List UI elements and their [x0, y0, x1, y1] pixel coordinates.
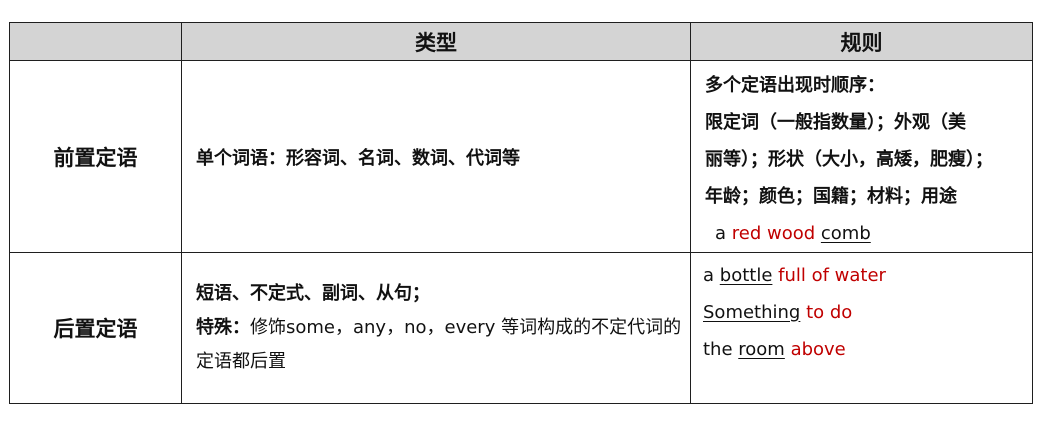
example-noun: comb: [820, 223, 871, 244]
example-modifier: full of water: [772, 265, 886, 286]
example-lead: a: [715, 223, 732, 244]
type-special-line: 特殊：修饰some，any，no，every 等词构成的不定代词的定语都后置: [196, 311, 684, 379]
header-cell-type: 类型: [181, 22, 691, 61]
example-modifier: to do: [800, 302, 853, 323]
example-lead: a: [703, 265, 720, 286]
example-lead: the: [703, 339, 739, 360]
rule-line: 丽等）；形状（大小，高矮，肥瘦）；: [705, 149, 993, 170]
rule-cell-prepositive: 多个定语出现时顺序： 限定词（一般指数量）；外观（美 丽等）；形状（大小，高矮，…: [690, 60, 1033, 253]
row-name-postpositive: 后置定语: [9, 252, 182, 404]
example-line: a red wood comb: [705, 215, 1022, 252]
example-noun: room: [738, 339, 785, 360]
table-row: 后置定语 短语、不定式、副词、从句； 特殊：修饰some，any，no，ever…: [9, 252, 1033, 404]
type-cell-prepositive: 单个词语：形容词、名词、数词、代词等: [181, 60, 691, 253]
example-line: Something to do: [703, 294, 1024, 331]
row-name-prepositive: 前置定语: [9, 60, 182, 253]
example-noun: Something: [703, 302, 801, 323]
example-line: the room above: [703, 331, 1024, 368]
grammar-table: 类型 规则 前置定语 单个词语：形容词、名词、数词、代词等 多个定语出现时顺序：…: [9, 22, 1033, 404]
rule-line: 限定词（一般指数量）；外观（美: [705, 112, 966, 133]
rule-line: 多个定语出现时顺序：: [705, 75, 885, 96]
example-modifier: red wood: [731, 223, 821, 244]
type-line: 短语、不定式、副词、从句；: [196, 283, 430, 304]
example-noun: bottle: [719, 265, 773, 286]
type-special-text: 修饰some，any，no，every 等词构成的不定代词的定语都后置: [196, 317, 682, 372]
example-line: a bottle full of water: [703, 257, 1024, 294]
header-cell-empty: [9, 22, 182, 61]
type-cell-postpositive: 短语、不定式、副词、从句； 特殊：修饰some，any，no，every 等词构…: [181, 252, 691, 404]
table-row: 前置定语 单个词语：形容词、名词、数词、代词等 多个定语出现时顺序： 限定词（一…: [9, 60, 1033, 253]
header-cell-rule: 规则: [690, 22, 1033, 61]
example-modifier: above: [784, 339, 846, 360]
rule-cell-postpositive: a bottle full of water Something to do t…: [690, 252, 1033, 404]
header-row: 类型 规则: [9, 22, 1033, 61]
rule-line: 年龄；颜色；国籍；材料；用途: [705, 186, 957, 207]
type-special-label: 特殊：: [196, 317, 250, 338]
